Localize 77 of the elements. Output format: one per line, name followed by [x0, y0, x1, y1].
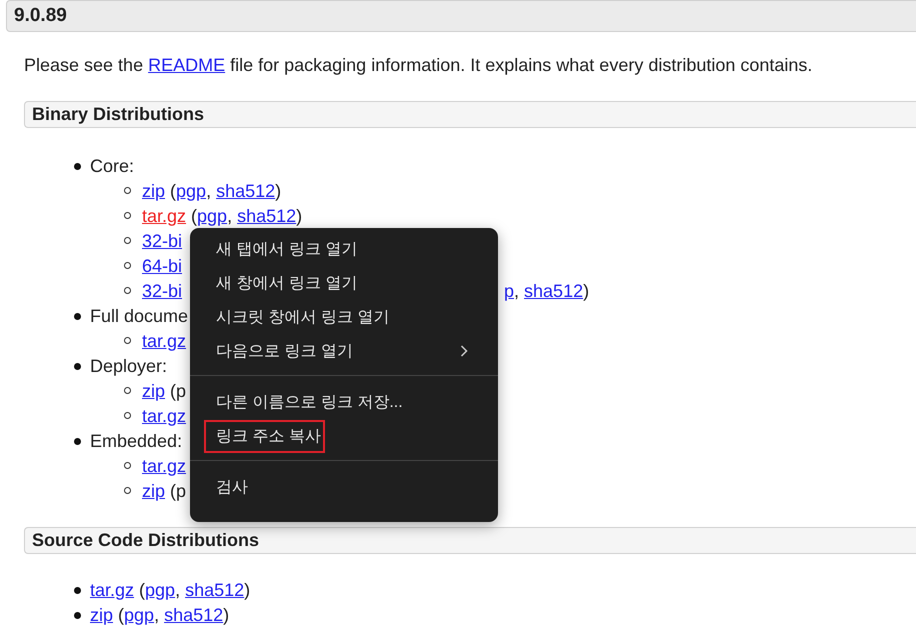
menu-item-label: 다른 이름으로 링크 저장...: [215, 392, 404, 412]
list-text: ): [223, 604, 230, 627]
download-link[interactable]: sha512: [524, 281, 584, 301]
download-link[interactable]: p: [504, 281, 514, 301]
download-link[interactable]: tar.gz: [142, 206, 186, 226]
bullet-icon: [124, 487, 131, 494]
bullet-icon: [74, 163, 81, 170]
bullet-icon: [124, 212, 131, 219]
bullet-icon: [124, 187, 131, 194]
menu-item-label: 검사: [215, 478, 249, 498]
menu-item-label: 시크릿 창에서 링크 열기: [215, 308, 390, 328]
menu-item[interactable]: 다음으로 링크 열기: [190, 334, 498, 368]
download-link[interactable]: tar.gz: [142, 331, 186, 351]
download-link[interactable]: tar.gz: [142, 406, 186, 426]
bullet-icon: [124, 337, 131, 344]
list-label: Full docume: [90, 306, 188, 326]
menu-item-label: 새 탭에서 링크 열기: [215, 240, 358, 260]
download-link[interactable]: sha512: [237, 206, 296, 226]
list-text: ,: [206, 181, 212, 201]
list-text: ): [275, 181, 282, 201]
bullet-icon: [74, 363, 81, 370]
download-link[interactable]: pgp: [176, 181, 206, 201]
list-text: (: [190, 206, 198, 226]
section-heading: Binary Distributions: [24, 101, 916, 128]
list-text: (p: [169, 381, 186, 401]
download-link[interactable]: sha512: [164, 603, 224, 628]
download-link[interactable]: pgp: [145, 578, 176, 603]
section-heading: Source Code Distributions: [24, 527, 916, 554]
download-link[interactable]: pgp: [197, 206, 228, 226]
download-link[interactable]: zip: [142, 181, 166, 201]
list-label: Deployer:: [90, 356, 168, 376]
bullet-icon: [124, 412, 131, 419]
download-link[interactable]: sha512: [185, 578, 244, 603]
list-text: ,: [154, 604, 160, 627]
download-link[interactable]: 32-bi: [142, 231, 182, 251]
menu-item[interactable]: 새 창에서 링크 열기: [190, 266, 498, 300]
menu-item[interactable]: 시크릿 창에서 링크 열기: [190, 300, 498, 334]
menu-item[interactable]: 새 탭에서 링크 열기: [190, 232, 498, 266]
list-text: ,: [175, 579, 182, 602]
readme-link[interactable]: README: [148, 55, 226, 75]
bullet-icon: [124, 462, 131, 469]
menu-item-label: 새 창에서 링크 열기: [215, 274, 358, 294]
list-text: ,: [227, 206, 234, 226]
menu-item[interactable]: 링크 주소 복사: [190, 419, 498, 453]
list-label: Core:: [90, 156, 134, 176]
list-text: (: [117, 604, 124, 627]
download-link[interactable]: zip: [142, 481, 166, 501]
download-link[interactable]: 32-bi: [142, 281, 182, 301]
download-link[interactable]: zip: [142, 381, 166, 401]
list-text: (: [169, 181, 176, 201]
menu-item-label: 다음으로 링크 열기: [215, 342, 354, 362]
bullet-icon: [74, 587, 81, 594]
bullet-icon: [74, 313, 81, 320]
list-text: (: [138, 579, 146, 602]
menu-item[interactable]: 검사: [190, 470, 498, 504]
version-heading: 9.0.89: [6, 0, 916, 32]
intro-text: Please see the README file for packaging information. It explains what every distribution contains.: [24, 54, 814, 77]
bullet-icon: [124, 387, 131, 394]
bullet-icon: [74, 438, 81, 445]
list-label: Embedded:: [90, 431, 182, 451]
menu-item-label: 링크 주소 복사: [204, 420, 325, 452]
download-link[interactable]: tar.gz: [90, 578, 134, 603]
download-link[interactable]: sha512: [216, 181, 276, 201]
list-text: (p: [169, 481, 186, 501]
bullet-icon: [74, 612, 81, 619]
bullet-icon: [124, 262, 131, 269]
list-text: ): [583, 281, 590, 301]
menu-item[interactable]: 다른 이름으로 링크 저장...: [190, 385, 498, 419]
bullet-icon: [124, 287, 131, 294]
bullet-icon: [124, 237, 131, 244]
download-link[interactable]: tar.gz: [142, 456, 186, 476]
download-link[interactable]: pgp: [124, 603, 154, 628]
list-text: ,: [514, 281, 520, 301]
download-link[interactable]: zip: [90, 603, 114, 628]
download-link[interactable]: 64-bi: [142, 256, 182, 276]
list-text: ): [244, 579, 250, 602]
list-text: ): [296, 206, 302, 226]
